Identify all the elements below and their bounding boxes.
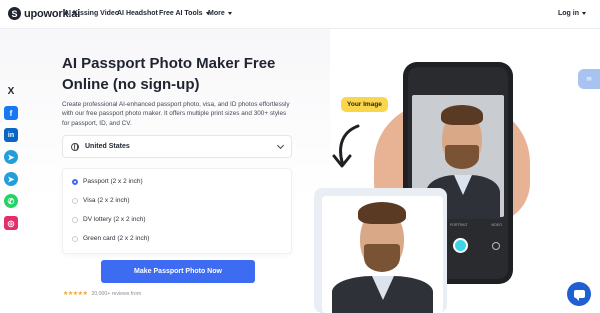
chevron-down-icon (276, 141, 285, 149)
globe-icon (71, 142, 79, 151)
make-passport-photo-button[interactable]: Make Passport Photo Now (101, 260, 255, 283)
beard-shape (364, 244, 400, 272)
telegram-alt-share-icon[interactable]: ➤ (4, 172, 18, 186)
option-label: Green card (2 x 2 inch) (83, 235, 150, 242)
beard-shape (445, 145, 479, 169)
nav-link-ai-headshot[interactable]: AI Headshot (117, 10, 158, 17)
option-passport[interactable]: Passport (2 x 2 inch) (72, 178, 143, 185)
option-green-card[interactable]: Green card (2 x 2 inch) (72, 235, 149, 242)
nav-dropdown-more[interactable]: More (208, 10, 232, 17)
option-dv-lottery[interactable]: DV lottery (2 x 2 inch) (72, 216, 146, 223)
option-visa[interactable]: Visa (2 x 2 inch) (72, 197, 129, 204)
chat-bubble-icon: ✉ (586, 76, 592, 83)
page-description: Create professional AI-enhanced passport… (62, 101, 290, 127)
country-select-value: United States (85, 143, 130, 150)
telegram-share-icon[interactable]: ➤ (4, 150, 18, 164)
nav-link-label: AI Headshot (117, 10, 158, 17)
whatsapp-share-icon[interactable]: ✆ (4, 194, 18, 208)
country-select[interactable]: United States (62, 135, 292, 158)
radio-selected-icon[interactable] (72, 178, 78, 185)
page-title: AI Passport Photo Maker Free Online (no … (62, 55, 276, 93)
login-button[interactable]: Log in (558, 10, 586, 17)
nav-link-label: More (208, 10, 225, 17)
top-navbar: S upowork.ai AI Kissing Video AI Headsho… (0, 0, 600, 29)
flip-camera-icon (492, 242, 500, 250)
chevron-down-icon (582, 12, 586, 15)
shutter-button-icon (453, 238, 468, 253)
option-label: Visa (2 x 2 inch) (83, 197, 130, 204)
chevron-down-icon (227, 12, 232, 15)
option-label: DV lottery (2 x 2 inch) (83, 216, 146, 223)
side-tab-button[interactable]: ✉ (578, 69, 600, 89)
stars-icon: ★★★★★ (63, 291, 88, 297)
nav-link-label: Free AI Tools (159, 10, 203, 17)
rating-text: 20,000+ reviews from (91, 290, 142, 297)
nav-link-ai-kissing-video[interactable]: AI Kissing Video (64, 10, 119, 17)
instagram-share-icon[interactable]: ◎ (4, 216, 18, 230)
facebook-share-icon[interactable]: f (4, 106, 18, 120)
radio-icon[interactable] (72, 216, 78, 223)
logo-mark: S (8, 7, 21, 20)
your-image-badge: Your Image (341, 97, 388, 112)
option-label: Passport (2 x 2 inch) (83, 178, 143, 185)
result-passport-photo (322, 196, 443, 313)
nav-link-label: AI Kissing Video (64, 10, 120, 17)
x-share-icon[interactable]: X (4, 84, 18, 98)
chat-button[interactable] (567, 282, 591, 306)
rating: ★★★★★ 20,000+ reviews from (63, 290, 142, 298)
curved-arrow-icon (332, 124, 360, 168)
nav-dropdown-free-ai-tools[interactable]: Free AI Tools (159, 10, 210, 17)
hair-shape (441, 105, 483, 125)
radio-icon[interactable] (72, 197, 78, 204)
hair-shape (358, 202, 406, 224)
login-label: Log in (558, 10, 579, 17)
mode-portrait: PORTRAIT (449, 223, 468, 227)
linkedin-share-icon[interactable]: in (4, 128, 18, 142)
chat-icon (573, 290, 585, 301)
photo-size-options: Passport (2 x 2 inch) Visa (2 x 2 inch) … (62, 168, 292, 254)
mode-video: VIDEO (491, 223, 502, 227)
radio-icon[interactable] (72, 235, 78, 242)
